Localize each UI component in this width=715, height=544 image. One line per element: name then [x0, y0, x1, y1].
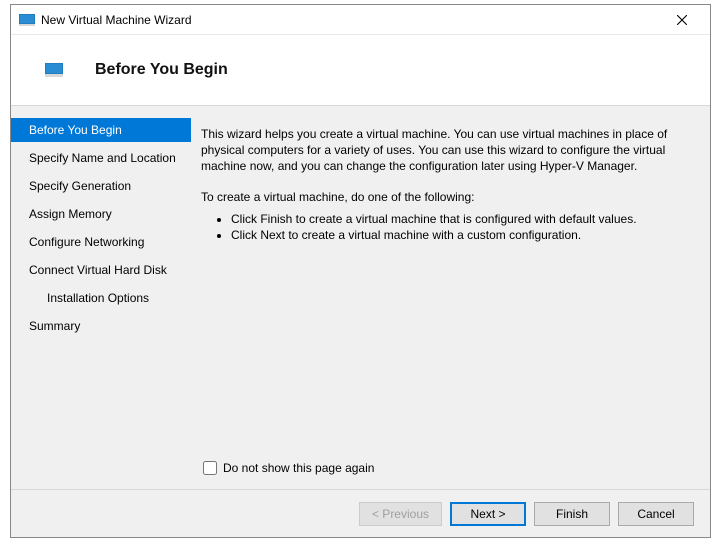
sidebar-item-specify-generation[interactable]: Specify Generation: [11, 174, 191, 198]
app-icon: [19, 12, 35, 28]
wizard-window: New Virtual Machine Wizard Before You Be…: [10, 4, 711, 538]
sidebar-item-connect-disk[interactable]: Connect Virtual Hard Disk: [11, 258, 191, 282]
finish-button[interactable]: Finish: [534, 502, 610, 526]
page-heading: Before You Begin: [95, 61, 228, 79]
options-list: Click Finish to create a virtual machine…: [201, 211, 688, 243]
next-button[interactable]: Next >: [450, 502, 526, 526]
previous-button: < Previous: [359, 502, 442, 526]
content-panel: This wizard helps you create a virtual m…: [191, 112, 710, 489]
footer: < Previous Next > Finish Cancel: [11, 489, 710, 537]
do-not-show-checkbox[interactable]: [203, 461, 217, 475]
titlebar: New Virtual Machine Wizard: [11, 5, 710, 35]
steps-sidebar: Before You Begin Specify Name and Locati…: [11, 112, 191, 489]
sidebar-item-assign-memory[interactable]: Assign Memory: [11, 202, 191, 226]
close-button[interactable]: [662, 6, 702, 34]
sidebar-item-specify-name[interactable]: Specify Name and Location: [11, 146, 191, 170]
sidebar-item-before-you-begin[interactable]: Before You Begin: [11, 118, 191, 142]
header: Before You Begin: [11, 35, 710, 105]
bullet-next-custom: Click Next to create a virtual machine w…: [231, 227, 688, 243]
intro-text: This wizard helps you create a virtual m…: [201, 126, 688, 175]
sidebar-item-configure-networking[interactable]: Configure Networking: [11, 230, 191, 254]
sidebar-item-summary[interactable]: Summary: [11, 314, 191, 338]
bullet-finish-default: Click Finish to create a virtual machine…: [231, 211, 688, 227]
close-icon: [677, 15, 687, 25]
window-title: New Virtual Machine Wizard: [41, 13, 662, 27]
do-not-show-label: Do not show this page again: [223, 461, 374, 475]
do-not-show-row: Do not show this page again: [201, 461, 688, 475]
cancel-button[interactable]: Cancel: [618, 502, 694, 526]
create-prompt: To create a virtual machine, do one of t…: [201, 189, 688, 205]
sidebar-item-installation-options[interactable]: Installation Options: [11, 286, 191, 310]
wizard-icon: [45, 63, 63, 77]
wizard-body: Before You Begin Specify Name and Locati…: [11, 105, 710, 489]
